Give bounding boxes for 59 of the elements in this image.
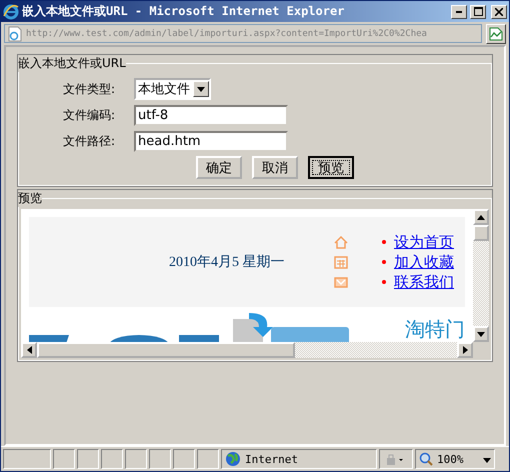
text-field[interactable]: utf-8 [134, 104, 288, 126]
envelope-icon [334, 276, 348, 288]
field-label: 文件类型: [63, 80, 116, 98]
form-button[interactable]: 预览 [308, 156, 354, 179]
field-label: 文件编码: [63, 106, 116, 124]
scroll-down-button[interactable] [473, 326, 489, 342]
down-arrow-icon [483, 458, 491, 463]
status-panel [173, 449, 195, 469]
bullet-icon [382, 280, 386, 284]
house-icon [334, 236, 348, 248]
minimize-icon [456, 10, 462, 12]
close-button[interactable] [491, 4, 507, 18]
date-text: 2010年4月5 星期一 [169, 254, 286, 271]
form-button[interactable]: 确定 [196, 156, 242, 179]
maximize-icon [474, 7, 482, 16]
maximize-button[interactable] [470, 4, 486, 18]
calculator-icon [334, 256, 348, 268]
header-link[interactable]: 设为首页 [394, 232, 454, 252]
status-panel [53, 449, 75, 469]
down-arrow-icon [197, 86, 205, 92]
banner-title: 淘特门 [405, 316, 465, 339]
status-panel [77, 449, 99, 469]
page-icon [8, 26, 22, 42]
status-panel [125, 449, 147, 469]
browser-logo-icon [3, 4, 19, 20]
vertical-scrollbar[interactable] [473, 209, 489, 342]
zone-text: Internet [245, 452, 298, 466]
minimize-button[interactable] [451, 4, 467, 18]
header-link[interactable]: 联系我们 [394, 272, 454, 292]
horizontal-scrollbar[interactable] [21, 342, 473, 358]
status-panel [197, 449, 219, 469]
globe-icon [225, 451, 241, 467]
bullet-icon [382, 240, 386, 244]
zoom-control[interactable]: 100% [415, 449, 495, 469]
scroll-thumb[interactable] [473, 225, 489, 241]
file-type-dropdown[interactable]: 本地文件 [134, 78, 211, 100]
scroll-thumb[interactable] [37, 342, 295, 358]
scroll-up-button[interactable] [473, 209, 489, 225]
left-arrow-icon [26, 346, 32, 354]
zoom-icon [419, 452, 433, 466]
window-title: 嵌入本地文件或URL - Microsoft Internet Explorer [22, 3, 346, 20]
scroll-right-button[interactable] [457, 342, 473, 358]
close-icon [495, 8, 503, 16]
scrollbar-corner [473, 342, 489, 358]
right-arrow-icon [462, 346, 468, 354]
up-arrow-icon [477, 214, 485, 220]
text-field[interactable]: head.htm [134, 130, 288, 152]
header-link[interactable]: 加入收藏 [394, 252, 454, 272]
down-arrow-icon [477, 332, 485, 336]
bullet-icon [382, 260, 386, 264]
status-panel [149, 449, 171, 469]
group-legend: 嵌入本地文件或URL [18, 55, 126, 72]
status-panel [3, 449, 51, 469]
group-legend: 预览 [18, 190, 42, 207]
form-button[interactable]: 取消 [252, 156, 298, 179]
status-panel [101, 449, 123, 469]
compatibility-view-button[interactable] [486, 24, 506, 44]
scroll-left-button[interactable] [21, 342, 37, 358]
field-label: 文件路径: [63, 132, 116, 150]
